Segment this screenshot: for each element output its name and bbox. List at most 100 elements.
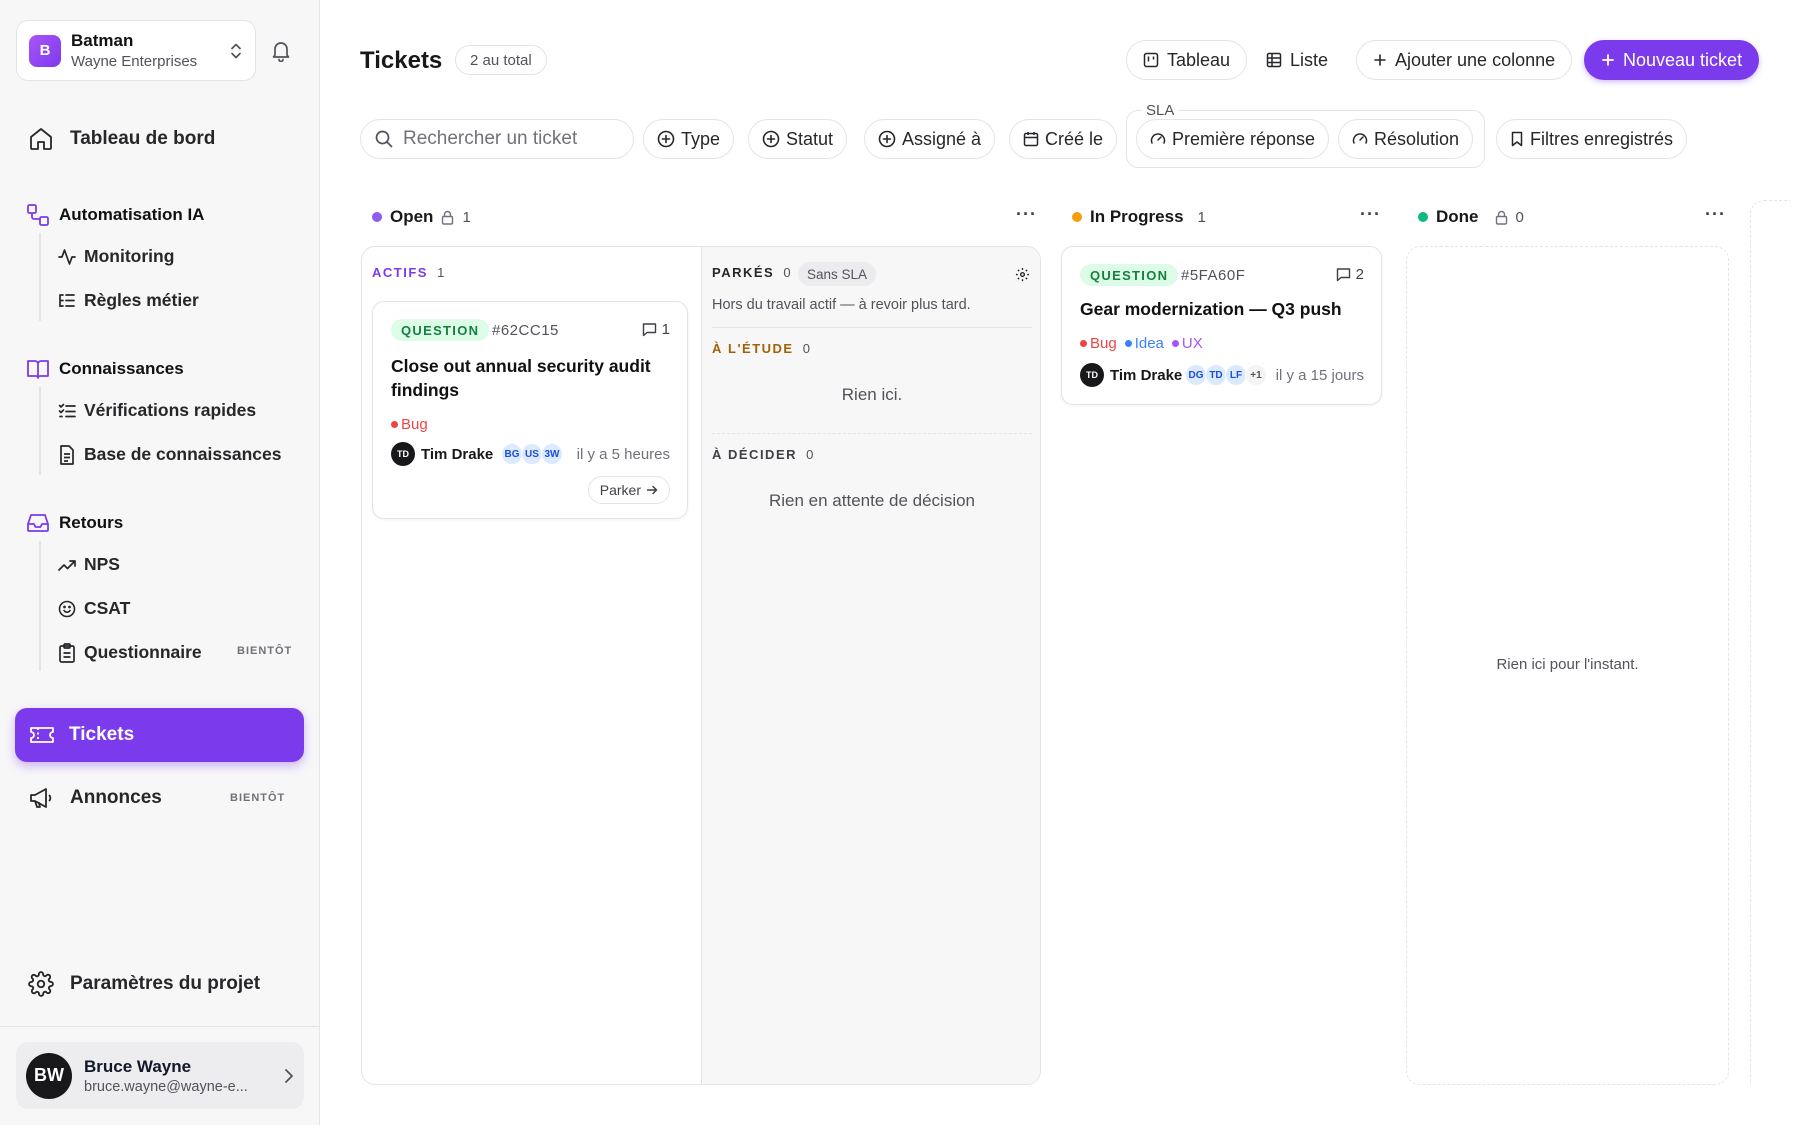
filter-created[interactable]: Créé le [1009, 119, 1118, 159]
nav-item-business-rules[interactable]: Règles métier [58, 290, 199, 311]
relative-time: il y a 5 heures [576, 446, 670, 463]
nav-item-label: Monitoring [84, 246, 175, 266]
status-dot [372, 212, 382, 222]
nav-item-csat[interactable]: CSAT [58, 598, 130, 619]
nav-item-nps[interactable]: NPS [58, 554, 120, 575]
tag: UX [1171, 335, 1203, 352]
nav-item-questionnaire[interactable]: Questionnaire [58, 642, 202, 663]
search-input[interactable]: Rechercher un ticket [360, 119, 634, 159]
nav-item-monitoring[interactable]: Monitoring [58, 246, 174, 267]
gear-icon[interactable] [1015, 267, 1030, 282]
filter-assignee[interactable]: Assigné à [864, 119, 996, 159]
smile-icon [58, 600, 76, 618]
nav-item-knowledge-base[interactable]: Base de connaissances [58, 444, 281, 465]
type-badge: QUESTION [1080, 264, 1179, 286]
assignee-name: Tim Drake [1110, 366, 1183, 384]
parked-section: PARKÉS 0 Sans SLA Hors du travail actif … [701, 247, 1040, 1084]
user-email: bruce.wayne@wayne-e... [84, 1078, 248, 1095]
tag-list: Bug [391, 415, 428, 433]
view-board-button[interactable]: Tableau [1126, 40, 1248, 80]
column-header-done: Done 0 [1418, 205, 1524, 229]
total-count-badge: 2 au total [455, 45, 547, 75]
ticket-card[interactable]: QUESTION #62CC15 1 Close out annual secu… [372, 301, 688, 519]
org-switcher[interactable]: B Batman Wayne Enterprises [16, 20, 256, 81]
gear-icon [28, 971, 54, 997]
avatar: TD [1205, 364, 1227, 386]
ticket-id: #62CC15 [492, 322, 559, 339]
filter-first-response[interactable]: Première réponse [1136, 119, 1330, 159]
empty-state: Rien en attente de décision [768, 491, 976, 510]
saved-filters-button[interactable]: Filtres enregistrés [1496, 119, 1688, 159]
plus-circle-icon [657, 130, 675, 148]
view-list-button[interactable]: Liste [1249, 40, 1345, 80]
filter-resolution[interactable]: Résolution [1338, 119, 1474, 159]
nav-item-quick-checks[interactable]: Vérifications rapides [58, 400, 256, 421]
status-dot [1418, 212, 1428, 222]
nav-section-label: Automatisation IA [59, 205, 205, 224]
filter-assignee-label: Assigné à [902, 128, 982, 149]
nav-item-label: Base de connaissances [84, 444, 282, 464]
chevron-right-icon [284, 1068, 294, 1084]
tag: Bug [391, 416, 428, 433]
sidebar: B Batman Wayne Enterprises Tableau de bo… [0, 0, 320, 1125]
org-name: Batman [71, 31, 134, 50]
nav-section-feedback[interactable]: Retours [26, 511, 123, 535]
relative-time: il y a 15 jours [1275, 367, 1364, 384]
park-button[interactable]: Parker [587, 476, 670, 504]
nav-announcements-label: Annonces [70, 787, 162, 808]
column-name: Done [1436, 207, 1479, 226]
coming-soon-badge: BIENTÔT [230, 792, 286, 804]
avatar: US [521, 443, 543, 465]
coming-soon-badge: BIENTÔT [237, 645, 293, 657]
column-menu-button[interactable]: ··· [1016, 204, 1037, 225]
column-menu-button[interactable]: ··· [1360, 204, 1381, 225]
tag-list: Bug Idea UX [1080, 335, 1203, 352]
divider [712, 433, 1032, 434]
nav-dashboard[interactable]: Tableau de bord [28, 124, 215, 154]
nav-tickets[interactable]: Tickets [15, 708, 304, 762]
status-dot [1072, 212, 1082, 222]
megaphone-icon [28, 786, 54, 810]
lock-icon [1495, 210, 1508, 225]
ticket-title: Gear modernization — Q3 push [1080, 299, 1342, 319]
comment-count-value: 2 [1355, 266, 1364, 283]
add-column-button[interactable]: Ajouter une colonne [1356, 40, 1573, 80]
board-icon [1143, 52, 1159, 68]
study-label-group: À L'ÉTUDE 0 [712, 341, 810, 356]
gauge-icon [1352, 131, 1368, 147]
watcher-avatars: BG US 3W [501, 443, 563, 465]
workflow-icon [26, 203, 50, 227]
avatar: TD [391, 442, 415, 466]
column-header-open: Open 1 [372, 205, 471, 229]
lock-icon [441, 210, 454, 225]
page-title: Tickets [360, 47, 443, 74]
new-ticket-button[interactable]: Nouveau ticket [1584, 40, 1760, 80]
comment-count: 1 [642, 321, 670, 338]
avatar-overflow: +1 [1245, 364, 1267, 386]
nav-section-ai-automation[interactable]: Automatisation IA [26, 203, 204, 227]
tree-line [39, 541, 41, 671]
checklist-icon [58, 402, 76, 420]
parked-count: 0 [783, 265, 791, 280]
ticket-card[interactable]: QUESTION #5FA60F 2 Gear modernization — … [1061, 246, 1382, 405]
clipboard-icon [58, 642, 76, 663]
avatar: BG [501, 443, 523, 465]
filter-type[interactable]: Type [643, 119, 735, 159]
view-board-label: Tableau [1167, 49, 1231, 70]
bell-icon[interactable] [271, 40, 291, 62]
table-icon [1266, 52, 1282, 68]
nav-section-knowledge[interactable]: Connaissances [26, 357, 184, 381]
nav-section-label: Connaissances [59, 359, 184, 378]
tree-line [39, 387, 41, 475]
filter-status-label: Statut [786, 128, 834, 149]
filter-status[interactable]: Statut [748, 119, 848, 159]
tag: Bug [1080, 335, 1117, 352]
nav-item-label: Règles métier [84, 290, 199, 310]
user-menu[interactable]: BW Bruce Wayne bruce.wayne@wayne-e... [16, 1042, 304, 1109]
column-menu-button[interactable]: ··· [1705, 204, 1726, 225]
ticket-id: #5FA60F [1181, 267, 1246, 284]
nav-announcements[interactable]: Annonces [28, 783, 162, 813]
nav-project-settings[interactable]: Paramètres du projet [28, 969, 260, 999]
watcher-avatars: DG TD LF +1 [1185, 364, 1267, 386]
column-header-in-progress: In Progress 1 [1072, 205, 1206, 229]
